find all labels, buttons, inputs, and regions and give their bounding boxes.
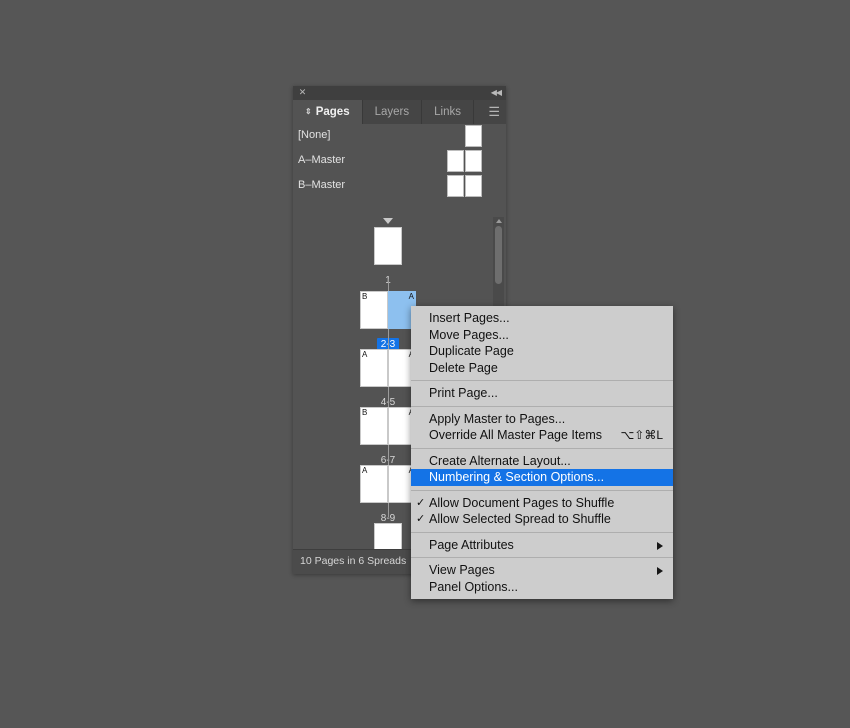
- master-item-a[interactable]: A–Master: [293, 149, 506, 174]
- updown-arrows-icon: ⇕: [305, 107, 312, 116]
- menu-item-label: Duplicate Page: [429, 344, 514, 358]
- panel-tab-bar: ⇕ Pages Layers Links ☰: [293, 100, 506, 124]
- page-thumbnail[interactable]: A: [360, 349, 388, 387]
- page-thumbnail[interactable]: B: [360, 291, 388, 329]
- current-page-marker-icon: [383, 218, 393, 224]
- menu-separator: [411, 405, 673, 407]
- menu-item-numbering-section-options[interactable]: Numbering & Section Options...: [411, 469, 673, 486]
- menu-item-create-alternate-layout[interactable]: Create Alternate Layout...: [411, 453, 673, 470]
- menu-item-shortcut: ⌥⇧⌘L: [620, 428, 663, 442]
- tab-pages[interactable]: ⇕ Pages: [293, 100, 363, 124]
- checkmark-icon: ✓: [416, 496, 426, 509]
- master-label: [None]: [298, 129, 331, 141]
- master-letter: A: [362, 466, 368, 475]
- spread-thumbnails[interactable]: B A: [360, 279, 416, 343]
- master-label: A–Master: [298, 154, 346, 166]
- panel-menu-icon[interactable]: ☰: [488, 100, 500, 124]
- menu-separator: [411, 531, 673, 533]
- master-label: B–Master: [298, 179, 346, 191]
- menu-item-label: Page Attributes: [429, 537, 514, 552]
- menu-separator: [411, 557, 673, 558]
- page-count-status: 10 Pages in 6 Spreads: [300, 555, 407, 567]
- master-letter: A: [408, 292, 414, 301]
- menu-item-label: Apply Master to Pages...: [429, 411, 566, 426]
- panel-titlebar: ✕ ◀◀: [293, 86, 506, 100]
- menu-item-label: Insert Pages...: [429, 311, 510, 325]
- menu-item-delete-page[interactable]: Delete Page: [411, 360, 673, 377]
- page-thumbnail[interactable]: A: [360, 465, 388, 503]
- master-letter: B: [362, 408, 368, 417]
- tab-links[interactable]: Links: [422, 100, 474, 124]
- menu-item-override-all-master-page-items[interactable]: Override All Master Page Items ⌥⇧⌘L: [411, 427, 673, 444]
- master-page-thumb: [465, 125, 482, 147]
- menu-item-duplicate-page[interactable]: Duplicate Page: [411, 343, 673, 360]
- menu-item-print-page[interactable]: Print Page...: [411, 385, 673, 402]
- menu-item-label: Allow Selected Spread to Shuffle: [429, 512, 611, 526]
- menu-item-label: Override All Master Page Items: [429, 428, 602, 442]
- menu-separator: [411, 489, 673, 491]
- collapse-panel-icon[interactable]: ◀◀: [491, 88, 502, 97]
- tab-links-label: Links: [434, 106, 461, 118]
- page-thumbnail[interactable]: [374, 523, 402, 550]
- menu-item-apply-master-to-pages[interactable]: Apply Master to Pages...: [411, 411, 673, 428]
- menu-item-label: Print Page...: [429, 386, 498, 400]
- spread-thumbnails[interactable]: A A: [360, 337, 416, 401]
- master-thumbnail: [465, 125, 482, 147]
- spread-thumbnails[interactable]: [374, 218, 402, 265]
- menu-item-label: Panel Options...: [429, 579, 518, 594]
- menu-separator: [411, 380, 673, 381]
- menu-item-label: Delete Page: [429, 360, 498, 375]
- menu-item-allow-document-pages-to-shuffle[interactable]: ✓ Allow Document Pages to Shuffle: [411, 495, 673, 512]
- spread-thumbnails[interactable]: [374, 523, 402, 550]
- master-letter: A: [362, 350, 368, 359]
- pages-context-menu: Insert Pages... Move Pages... Duplicate …: [411, 306, 673, 599]
- checkmark-icon: ✓: [416, 513, 426, 525]
- master-page-thumb: [447, 150, 464, 172]
- tab-pages-label: Pages: [315, 106, 350, 118]
- spread-thumbnails[interactable]: B A: [360, 395, 416, 459]
- menu-item-allow-selected-spread-to-shuffle[interactable]: ✓ Allow Selected Spread to Shuffle: [411, 511, 673, 528]
- master-item-none[interactable]: [None]: [293, 124, 506, 149]
- menu-item-insert-pages[interactable]: Insert Pages...: [411, 310, 673, 327]
- master-page-thumb: [465, 175, 482, 197]
- menu-separator: [411, 447, 673, 449]
- menu-item-label: Numbering & Section Options...: [429, 470, 605, 484]
- scrollbar-thumb[interactable]: [495, 226, 502, 284]
- master-page-thumb: [447, 175, 464, 197]
- menu-item-label: View Pages: [429, 563, 495, 577]
- menu-item-view-pages[interactable]: View Pages: [411, 562, 673, 579]
- submenu-arrow-icon: [657, 567, 663, 575]
- scroll-up-arrow-icon[interactable]: [495, 219, 502, 223]
- master-thumbnail: [447, 150, 482, 172]
- close-icon[interactable]: ✕: [298, 88, 307, 97]
- page-thumbnail[interactable]: [374, 227, 402, 265]
- submenu-arrow-icon: [657, 541, 663, 550]
- spread-thumbnails[interactable]: A A: [360, 453, 416, 517]
- master-page-thumb: [465, 150, 482, 172]
- masters-list: [None] A–Master B–Master: [293, 124, 506, 218]
- menu-item-panel-options[interactable]: Panel Options...: [411, 579, 673, 596]
- menu-item-label: Create Alternate Layout...: [429, 453, 571, 468]
- menu-item-label: Allow Document Pages to Shuffle: [429, 495, 615, 510]
- tab-layers-label: Layers: [374, 106, 410, 118]
- master-item-b[interactable]: B–Master: [293, 174, 506, 199]
- menu-item-move-pages[interactable]: Move Pages...: [411, 327, 673, 344]
- page-thumbnail[interactable]: B: [360, 407, 388, 445]
- master-thumbnail: [447, 175, 482, 197]
- menu-item-label: Move Pages...: [429, 327, 509, 342]
- menu-item-page-attributes[interactable]: Page Attributes: [411, 537, 673, 554]
- tab-layers[interactable]: Layers: [363, 100, 423, 124]
- master-letter: B: [362, 292, 368, 301]
